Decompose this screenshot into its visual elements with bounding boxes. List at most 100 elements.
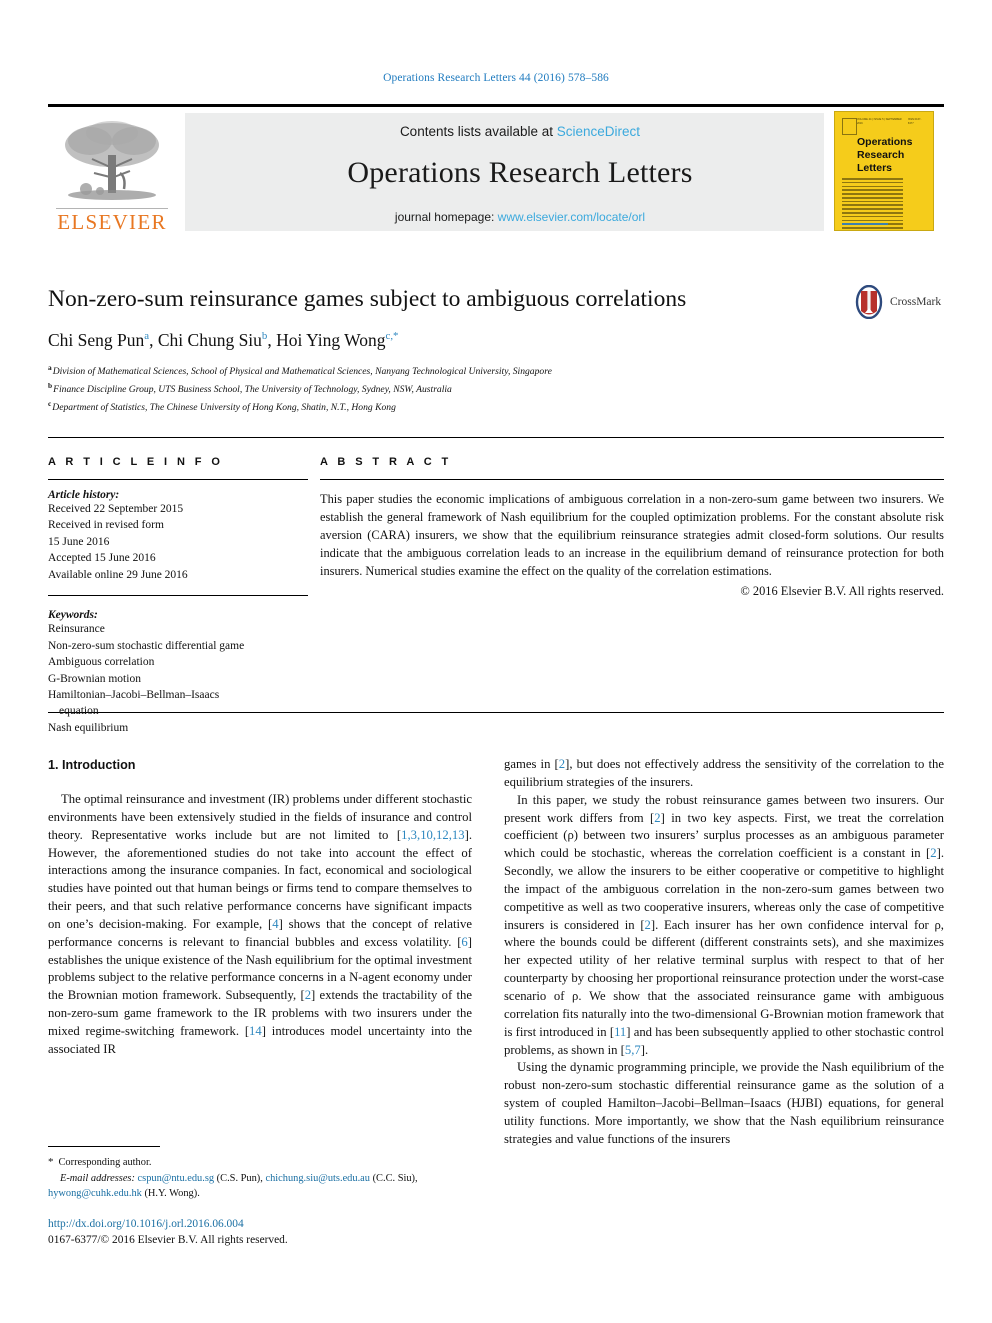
author-affiliation-marker: a [144, 329, 150, 342]
cover-title-line-1: Operations [857, 136, 913, 148]
crossmark-label: CrossMark [890, 296, 942, 308]
article-info-column: A R T I C L E I N F O Article history: R… [48, 456, 308, 736]
abstract-column: A B S T R A C T This paper studies the e… [320, 456, 944, 599]
page-title: Non-zero-sum reinsurance games subject t… [48, 286, 687, 312]
info-top-rule [48, 437, 944, 438]
email-label: E-mail addresses: [60, 1172, 135, 1184]
article-history-items: Received 22 September 2015 Received in re… [48, 501, 308, 583]
contents-line: Contents lists available at ScienceDirec… [400, 124, 640, 139]
doi-block: http://dx.doi.org/10.1016/j.orl.2016.06.… [48, 1216, 472, 1248]
cover-title-line-3: Letters [857, 162, 893, 175]
elsevier-wordmark: ELSEVIER [57, 210, 167, 234]
author-list: Chi Seng Puna, Chi Chung Siub, Hoi Ying … [48, 329, 399, 350]
article-history-block: Article history: Received 22 September 2… [48, 489, 308, 583]
cover-artwork: VOLUME 44 | ISSUE 5 | SEPTEMBER 2016 ISS… [834, 111, 934, 231]
sciencedirect-link[interactable]: ScienceDirect [557, 124, 640, 139]
paper-page: Operations Research Letters 44 (2016) 57… [0, 0, 992, 1323]
article-history-label: Article history: [48, 489, 120, 501]
journal-cover-thumbnail: VOLUME 44 | ISSUE 5 | SEPTEMBER 2016 ISS… [824, 109, 944, 233]
email-addresses-line: E-mail addresses: cspun@ntu.edu.sg (C.S.… [48, 1171, 472, 1202]
affiliation-marker: c [48, 398, 52, 408]
cover-badge-icon [842, 118, 857, 135]
abstract-text: This paper studies the economic implicat… [320, 492, 944, 579]
body-paragraph: In this paper, we study the robust reins… [504, 792, 944, 1057]
crossmark-icon [855, 285, 883, 319]
body-column-left: 1. Introduction The optimal reinsurance … [48, 758, 472, 1059]
keyword-item: G-Brownian motion [48, 672, 141, 685]
homepage-prefix: journal homepage: [394, 210, 498, 224]
logo-divider [56, 208, 168, 209]
body-paragraph: Using the dynamic programming principle,… [504, 1060, 944, 1146]
affiliation-list: aDivision of Mathematical Sciences, Scho… [48, 362, 944, 416]
cover-issn-text: ISSN 0167-6377 [907, 118, 922, 125]
journal-masthead: ELSEVIER Contents lists available at Sci… [48, 104, 944, 233]
left-paragraphs: The optimal reinsurance and investment (… [48, 791, 472, 1059]
cover-volume-text: VOLUME 44 | ISSUE 5 | SEPTEMBER 2016 [856, 118, 902, 125]
issn-copyright-line: 0167-6377/© 2016 Elsevier B.V. All right… [48, 1234, 288, 1247]
journal-title: Operations Research Letters [347, 156, 693, 189]
article-history-item: Available online 29 June 2016 [48, 568, 188, 581]
keyword-item: Hamiltonian–Jacobi–Bellman–Isaacs [48, 688, 220, 701]
author-affiliation-marker: b [261, 329, 268, 342]
footnote-star-marker: * [48, 1156, 54, 1168]
keyword-item: Nash equilibrium [48, 721, 129, 734]
contents-prefix: Contents lists available at [399, 124, 557, 139]
body-paragraph: games in [2], but does not effectively a… [504, 757, 945, 789]
journal-homepage-link[interactable]: www.elsevier.com/locate/orl [498, 210, 645, 224]
abstract-copyright: © 2016 Elsevier B.V. All rights reserved… [740, 583, 944, 598]
article-history-item: Received in revised form [48, 519, 164, 532]
affiliation-item: cDepartment of Statistics, The Chinese U… [48, 398, 396, 413]
right-paragraphs: games in [2], but does not effectively a… [504, 756, 944, 1149]
section-heading-introduction: 1. Introduction [48, 758, 136, 772]
article-history-item: Accepted 15 June 2016 [48, 552, 156, 565]
citation-ref[interactable]: 2 [654, 811, 660, 825]
keyword-item: Ambiguous correlation [48, 656, 155, 669]
keywords-items: Reinsurance Non-zero-sum stochastic diffe… [48, 621, 308, 736]
article-info-rule [48, 479, 308, 480]
title-block: Non-zero-sum reinsurance games subject t… [48, 285, 944, 416]
email-link[interactable]: hywong@cuhk.edu.hk [48, 1188, 142, 1199]
keywords-block: Keywords: Reinsurance Non-zero-sum stocha… [48, 609, 308, 736]
cover-journal-name: Operations Research Letters [857, 136, 912, 175]
citation-ref[interactable]: 2 [645, 918, 651, 932]
body-paragraph: The optimal reinsurance and investment (… [48, 792, 472, 1056]
running-head: Operations Research Letters 44 (2016) 57… [383, 72, 609, 84]
author-affiliation-marker: c,* [385, 329, 399, 342]
email-link[interactable]: cspun@ntu.edu.sg [138, 1173, 215, 1184]
keyword-continuation: equation [59, 705, 99, 718]
keyword-item: Non-zero-sum stochastic differential gam… [48, 639, 245, 652]
crossmark-badge[interactable]: CrossMark [852, 282, 944, 322]
cover-title-line-2: Research [857, 149, 905, 162]
citation-ref[interactable]: 2 [305, 988, 311, 1002]
elsevier-tree-icon [65, 121, 159, 200]
corresponding-author-text: Corresponding author. [58, 1157, 152, 1168]
keywords-label: Keywords: [48, 609, 98, 622]
citation-ref[interactable]: 2 [930, 846, 936, 860]
citation-ref[interactable]: 14 [249, 1024, 262, 1038]
citation-ref[interactable]: 5,7 [625, 1043, 641, 1057]
citation-ref[interactable]: 11 [614, 1025, 626, 1039]
corresponding-author-line: * Corresponding author. [48, 1154, 472, 1171]
affiliation-marker: a [48, 362, 52, 372]
abstract-rule [320, 479, 944, 480]
abstract-heading: A B S T R A C T [320, 456, 452, 468]
doi-link[interactable]: http://dx.doi.org/10.1016/j.orl.2016.06.… [48, 1216, 472, 1232]
citation-ref[interactable]: 1,3,10,12,13 [401, 828, 464, 842]
elsevier-logo: ELSEVIER [48, 111, 176, 233]
author-name: Chi Seng Pun [48, 329, 145, 350]
footnote-rule [48, 1146, 160, 1147]
citation-ref[interactable]: 2 [559, 757, 565, 771]
journal-band: Contents lists available at ScienceDirec… [185, 113, 855, 231]
body-column-right: games in [2], but does not effectively a… [504, 756, 944, 1149]
article-history-item: Received 22 September 2015 [48, 503, 184, 515]
homepage-line: journal homepage: www.elsevier.com/locat… [395, 210, 645, 224]
article-history-item: 15 June 2016 [48, 535, 110, 548]
citation-ref[interactable]: 4 [272, 917, 278, 931]
email-link[interactable]: chichung.siu@uts.edu.au [265, 1173, 370, 1184]
keyword-item: Reinsurance [48, 623, 105, 636]
author-name: Hoi Ying Wong [276, 329, 386, 350]
keywords-rule [48, 595, 308, 597]
affiliation-item: bFinance Discipline Group, UTS Business … [48, 380, 452, 395]
affiliation-marker: b [48, 380, 53, 390]
citation-ref[interactable]: 6 [461, 935, 467, 949]
